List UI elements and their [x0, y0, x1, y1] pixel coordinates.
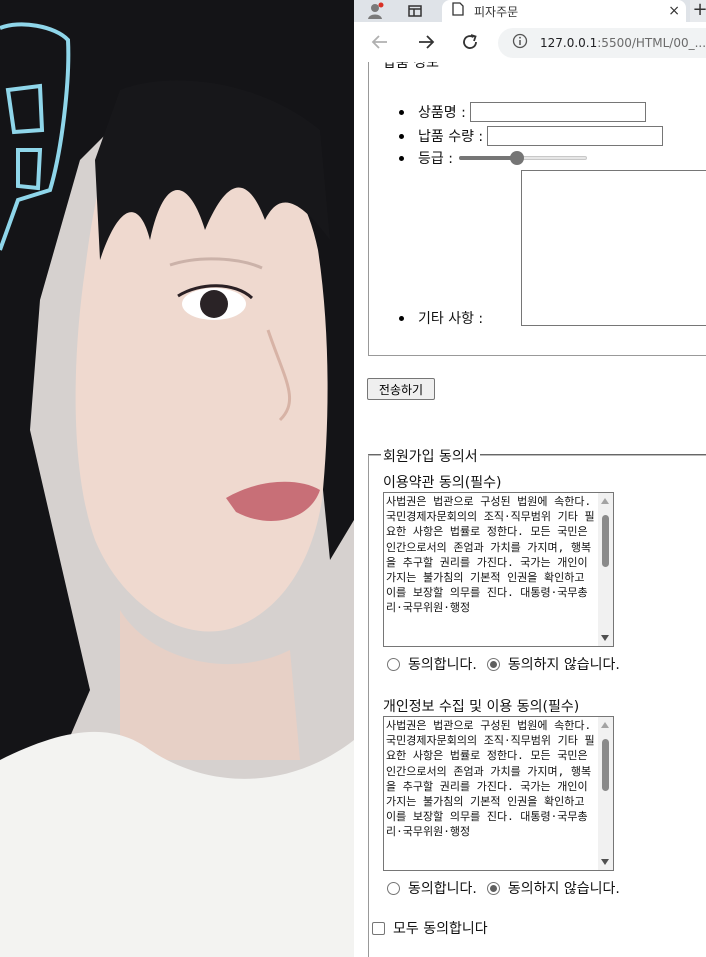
bullet: [399, 315, 404, 321]
privacy-agree-label: 동의합니다.: [408, 881, 477, 897]
reload-icon[interactable]: [458, 30, 482, 54]
bullet: [399, 155, 404, 161]
scroll-thumb[interactable]: [602, 515, 609, 567]
tab-search-icon[interactable]: [398, 0, 432, 22]
list-item-grade: 등급 :: [399, 148, 587, 168]
scroll-down-icon[interactable]: [601, 859, 609, 865]
tab-strip: 피자주문 × +: [354, 0, 706, 22]
scroll-down-icon[interactable]: [601, 635, 609, 641]
list-item-product-name: 상품명 :: [399, 102, 646, 122]
back-icon[interactable]: [368, 30, 392, 54]
portrait-illustration: [0, 0, 354, 957]
terms-agree-radio[interactable]: [387, 657, 400, 671]
browser-chrome: 피자주문 × + 127.0.0.1:5500/HTML/00_...: [354, 0, 706, 62]
new-tab-icon[interactable]: +: [690, 0, 706, 22]
forward-icon[interactable]: [414, 30, 438, 54]
signup-consent-fieldset: 회원가입 동의서 이용약관 동의(필수) 사법권은 법관으로 구성된 법원에 속…: [368, 446, 706, 957]
terms-disagree-radio[interactable]: [486, 657, 500, 671]
grade-slider[interactable]: [458, 150, 587, 166]
product-name-label: 상품명 :: [418, 105, 466, 121]
terms-text: 사법권은 법관으로 구성된 법원에 속한다. 국민경제자문회의의 조직·직무범위…: [386, 495, 595, 615]
grade-label: 등급 :: [418, 151, 453, 167]
url-text: 127.0.0.1:5500/HTML/00_...: [540, 36, 706, 50]
all-agree-row: 모두 동의합니다: [372, 918, 488, 938]
site-info-icon[interactable]: [512, 33, 528, 53]
privacy-disagree-label: 동의하지 않습니다.: [507, 881, 620, 897]
terms-disagree-label: 동의하지 않습니다.: [507, 657, 620, 673]
navigation-bar: 127.0.0.1:5500/HTML/00_...: [354, 22, 706, 62]
scroll-up-icon[interactable]: [601, 722, 609, 728]
privacy-radio-group: 동의합니다. 동의하지 않습니다.: [387, 878, 630, 898]
tab-title: 피자주문: [474, 4, 519, 19]
privacy-textarea[interactable]: 사법권은 법관으로 구성된 법원에 속한다. 국민경제자문회의의 조직·직무범위…: [383, 716, 614, 871]
submit-button[interactable]: 전송하기: [367, 378, 435, 400]
page-content: 납품 정보 상품명 : 납품 수량 : 등급 : 기타 사항: 전송하기 회원…: [354, 62, 706, 957]
address-bar[interactable]: 127.0.0.1:5500/HTML/00_...: [498, 28, 706, 58]
delivery-info-legend: 납품 정보: [381, 62, 441, 72]
profile-icon[interactable]: [358, 0, 392, 22]
terms-title: 이용약관 동의(필수): [383, 475, 502, 491]
list-item-etc: 기타 사항 :: [399, 308, 483, 328]
privacy-scrollbar[interactable]: [598, 717, 613, 870]
bullet: [399, 133, 404, 139]
terms-textarea[interactable]: 사법권은 법관으로 구성된 법원에 속한다. 국민경제자문회의의 조직·직무범위…: [383, 492, 614, 647]
privacy-title: 개인정보 수집 및 이용 동의(필수): [383, 699, 580, 715]
signup-consent-legend: 회원가입 동의서: [381, 446, 480, 466]
all-agree-checkbox[interactable]: [372, 921, 385, 935]
privacy-text: 사법권은 법관으로 구성된 법원에 속한다. 국민경제자문회의의 조직·직무범위…: [386, 719, 595, 839]
etc-textarea[interactable]: [521, 170, 706, 326]
terms-radio-group: 동의합니다. 동의하지 않습니다.: [387, 654, 630, 674]
tab-close-icon[interactable]: ×: [668, 0, 680, 22]
delivery-info-fieldset: 납품 정보 상품명 : 납품 수량 : 등급 : 기타 사항:: [368, 62, 706, 356]
grade-slider-fill: [458, 156, 517, 160]
terms-scrollbar[interactable]: [598, 493, 613, 646]
privacy-disagree-radio[interactable]: [486, 881, 500, 895]
terms-agree-label: 동의합니다.: [408, 657, 477, 673]
scroll-up-icon[interactable]: [601, 498, 609, 504]
etc-label: 기타 사항 :: [418, 311, 484, 327]
bullet: [399, 109, 404, 115]
quantity-input[interactable]: [487, 126, 664, 146]
page-icon: [452, 2, 464, 20]
portrait-photo: [0, 0, 354, 957]
list-item-quantity: 납품 수량 :: [399, 126, 664, 146]
url-host: 127.0.0.1: [540, 36, 598, 50]
quantity-label: 납품 수량 :: [418, 129, 484, 145]
privacy-agree-radio[interactable]: [387, 881, 400, 895]
tab-active[interactable]: 피자주문 ×: [442, 0, 686, 22]
product-name-input[interactable]: [469, 102, 646, 122]
scroll-thumb[interactable]: [602, 739, 609, 791]
grade-slider-thumb[interactable]: [509, 151, 524, 165]
all-agree-label: 모두 동의합니다: [393, 921, 488, 937]
url-path: :5500/HTML/00_...: [597, 36, 706, 50]
